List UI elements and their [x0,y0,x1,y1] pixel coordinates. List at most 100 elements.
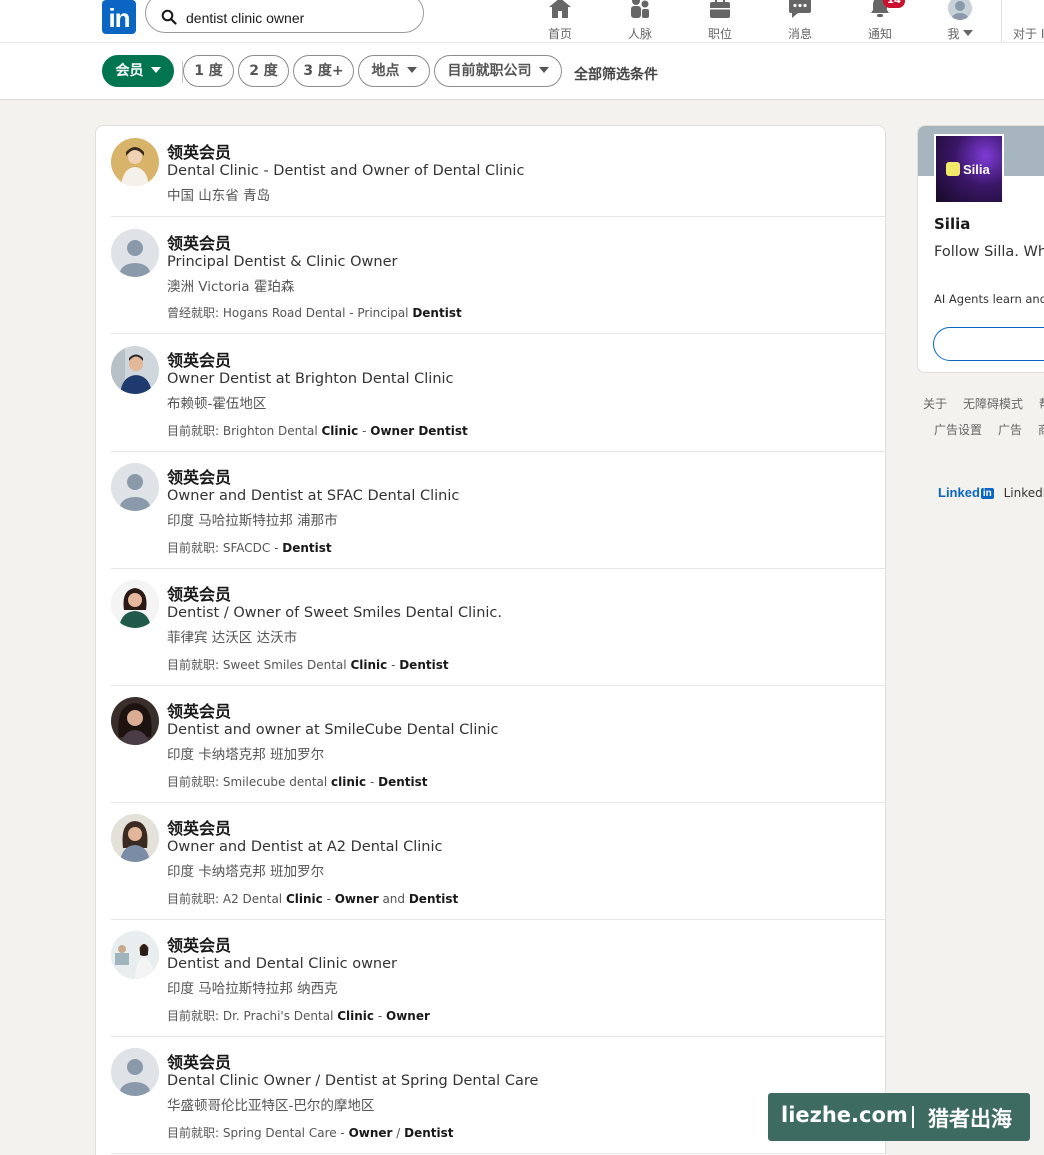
footer-link-about[interactable]: 关于 [923,395,947,412]
avatar[interactable] [111,697,159,745]
filter-bar: 会员 1 度 2 度 3 度+ 地点 目前就职公司 全部筛选条件 [0,43,1044,100]
result-location: 印度 马哈拉斯特拉邦 浦那市 [167,513,338,529]
summary-text: - [387,658,400,672]
search-box[interactable] [145,0,424,33]
summary-parts: Spring Dental Care - Owner / Dentist [223,1126,454,1140]
avatar[interactable] [111,580,159,628]
ad-company-name[interactable]: Silia [934,215,970,233]
nav-me[interactable]: 我 [925,0,995,42]
avatar[interactable] [111,463,159,511]
divider [111,685,885,686]
nav-home[interactable]: 首页 [525,0,595,42]
summary-prefix: 目前就职: [167,892,223,906]
summary-parts: Brighton Dental Clinic - Owner Dentist [223,424,468,438]
result-location: 布赖顿-霍伍地区 [167,396,267,412]
nav-notifications-label: 通知 [867,27,892,41]
nav-jobs[interactable]: 职位 [685,0,755,42]
summary-keyword: Clinic [337,1009,375,1023]
result-summary: 目前就职: Smilecube dental clinic - Dentist [167,773,428,790]
result-headline: Principal Dentist & Clinic Owner [167,254,398,270]
filter-current-company[interactable]: 目前就职公司 [434,55,562,87]
footer-link-accessibility[interactable]: 无障碍模式 [963,395,1023,412]
summary-text: / [392,1126,405,1140]
footer-link-help[interactable]: 帮 [1039,395,1044,412]
result-name[interactable]: 领英会员 [167,1049,231,1073]
footer-brand: Linked in LinkedI [938,485,1044,500]
nav-home-label: 首页 [547,27,572,41]
divider [111,568,885,569]
summary-keyword: Owner [386,1009,430,1023]
summary-parts: Hogans Road Dental - Principal Dentist [223,306,462,320]
result-name[interactable]: 领英会员 [167,347,231,371]
result-summary: 目前就职: SFACDC - Dentist [167,539,332,556]
summary-keyword: Dentist [408,892,459,906]
footer-link-ads[interactable]: 广告 [998,421,1022,438]
result-summary: 曾经就职: Hogans Road Dental - Principal Den… [167,304,462,321]
result-name[interactable]: 领英会员 [167,230,231,254]
summary-prefix: 目前就职: [167,1009,223,1023]
divider [111,216,885,217]
filter-1st-degree[interactable]: 1 度 [183,55,234,87]
summary-prefix: 目前就职: [167,1126,223,1140]
nav-me-label: 我 [925,25,995,42]
search-input[interactable] [186,7,406,29]
nav-for-business[interactable]: 对于 I [1013,25,1044,42]
filter-member[interactable]: 会员 [102,55,174,87]
result-name[interactable]: 领英会员 [167,698,231,722]
summary-keyword: Owner [348,1126,393,1140]
avatar[interactable] [111,931,159,979]
filter-2nd-degree[interactable]: 2 度 [238,55,289,87]
summary-text: SFACDC - [222,541,283,555]
chevron-down-icon [538,67,549,73]
result-name[interactable]: 领英会员 [167,139,231,163]
summary-parts: A2 Dental Clinic - Owner and Dentist [223,892,458,906]
summary-prefix: 目前就职: [167,658,223,672]
result-headline: Dentist and owner at SmileCube Dental Cl… [167,722,499,738]
avatar[interactable] [111,346,159,394]
nav-network[interactable]: 人脉 [605,0,675,42]
nav-jobs-label: 职位 [707,27,732,41]
ad-follow-button[interactable] [933,327,1044,361]
summary-parts: Sweet Smiles Dental Clinic - Dentist [223,658,449,672]
summary-text: Hogans Road Dental - Principal [222,306,413,320]
summary-parts: Smilecube dental clinic - Dentist [223,775,428,789]
result-headline: Dentist and Dental Clinic owner [167,956,397,972]
logo-text: Silia [963,162,990,177]
avatar[interactable] [111,229,159,277]
result-headline: Dental Clinic Owner / Dentist at Spring … [167,1073,539,1089]
sponsored-card: Silia Silia Follow Silla. What doing. AI… [917,125,1044,373]
result-headline: Dentist / Owner of Sweet Smiles Dental C… [167,605,503,621]
result-name[interactable]: 领英会员 [167,932,231,956]
result-location: 中国 山东省 青岛 [167,188,271,204]
filter-3rd-degree[interactable]: 3 度+ [293,55,354,87]
linkedin-logo-icon[interactable]: in [102,0,136,34]
summary-keyword: Owner [334,892,379,906]
footer-link-ad-settings[interactable]: 广告设置 [934,421,982,438]
nav-messaging-label: 消息 [787,27,812,41]
filter-location-label: 地点 [371,63,400,79]
filter-location[interactable]: 地点 [358,55,430,87]
top-navigation: in 首页 人脉 职位 消息 14 通知 我 对于 I [0,0,1044,43]
summary-prefix: 目前就职: [167,541,223,555]
summary-keyword: Clinic [285,892,323,906]
footer-link-business[interactable]: 商 [1038,421,1044,438]
watermark: liezhe.com 猎者出海 [768,1093,1030,1141]
summary-text: Sweet Smiles Dental [222,658,351,672]
summary-keyword: Dentist [378,775,428,789]
summary-text: A2 Dental [222,892,286,906]
result-name[interactable]: 领英会员 [167,581,231,605]
result-headline: Owner and Dentist at SFAC Dental Clinic [167,488,460,504]
silia-logo-icon[interactable]: Silia [934,134,1004,204]
summary-text: Dr. Prachi's Dental [222,1009,338,1023]
footer-brand-text: LinkedI [1003,486,1044,500]
avatar[interactable] [111,1048,159,1096]
nav-notifications[interactable]: 14 通知 [845,0,915,42]
nav-messaging[interactable]: 消息 [765,0,835,42]
result-name[interactable]: 领英会员 [167,464,231,488]
avatar[interactable] [111,814,159,862]
result-name[interactable]: 领英会员 [167,815,231,839]
all-filters-button[interactable]: 全部筛选条件 [574,64,658,84]
avatar[interactable] [111,138,159,186]
result-location: 印度 马哈拉斯特拉邦 纳西克 [167,981,338,997]
linkedin-in-icon: in [980,488,994,499]
